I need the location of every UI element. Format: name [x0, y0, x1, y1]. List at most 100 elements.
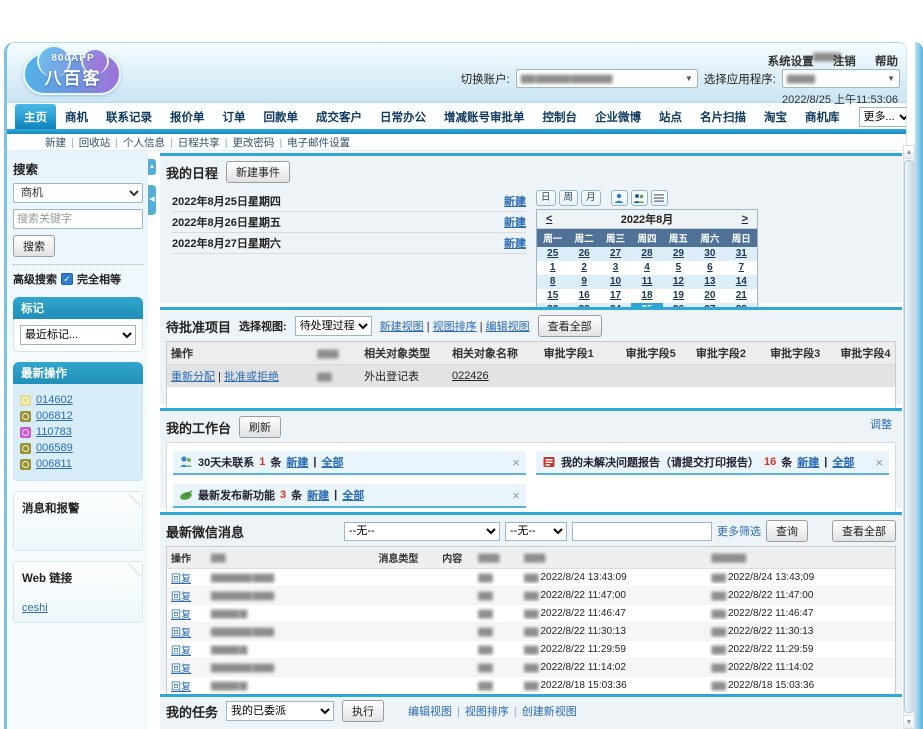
search-input[interactable]: [13, 209, 143, 229]
nav-tab[interactable]: 增减账号审批单: [435, 104, 534, 129]
nav-tab[interactable]: 订单: [214, 104, 255, 129]
nav-tab[interactable]: 站点: [650, 104, 691, 129]
task-create-view-link[interactable]: 创建新视图: [522, 706, 577, 718]
task-edit-view-link[interactable]: 编辑视图: [408, 706, 465, 718]
nav-tab[interactable]: 商机库: [796, 104, 849, 129]
run-button[interactable]: 执行: [342, 700, 384, 722]
subnav-link[interactable]: 回收站: [79, 135, 123, 150]
reply-link[interactable]: 回复: [171, 664, 191, 675]
calendar-day-cell[interactable]: 28: [631, 247, 662, 261]
calendar-day-cell[interactable]: 29: [663, 247, 694, 261]
recent-record-link[interactable]: 006811: [36, 458, 72, 470]
sort-view-link[interactable]: 视图排序: [433, 321, 477, 333]
calendar-day-cell[interactable]: 21: [726, 289, 757, 303]
reply-link[interactable]: 回复: [171, 682, 191, 693]
nav-tab[interactable]: 企业微博: [586, 104, 650, 129]
calendar-day-cell[interactable]: 31: [726, 247, 757, 261]
system-settings-link[interactable]: 系统设置: [768, 56, 814, 68]
scroll-up-arrow[interactable]: ▲: [904, 146, 914, 159]
nav-tab[interactable]: 名片扫描: [691, 104, 755, 129]
nav-tab[interactable]: 商机: [56, 104, 97, 129]
reply-link[interactable]: 回复: [171, 646, 191, 657]
subnav-link[interactable]: 电子邮件设置: [287, 135, 350, 150]
nav-tab[interactable]: 日常办公: [371, 104, 435, 129]
web-link-ceshi[interactable]: ceshi: [22, 602, 48, 614]
calendar-day-cell[interactable]: 2: [568, 261, 599, 275]
query-button[interactable]: 查询: [766, 520, 808, 542]
calendar-day-cell[interactable]: 12: [663, 275, 694, 289]
calendar-day-cell[interactable]: 15: [537, 289, 568, 303]
select-app-select[interactable]: ▆▆▆▆ ▼: [782, 69, 900, 88]
recent-record-link[interactable]: 014602: [36, 394, 73, 406]
new-event-button[interactable]: 新建事件: [226, 161, 290, 183]
calendar-day-cell[interactable]: 27: [600, 247, 631, 261]
tasks-view-select[interactable]: 我的已委派: [226, 701, 334, 721]
calendar-day-cell[interactable]: 19: [663, 289, 694, 303]
schedule-new-link[interactable]: 新建: [504, 235, 526, 251]
calendar-day-cell[interactable]: 10: [600, 275, 631, 289]
reply-link[interactable]: 回复: [171, 610, 191, 621]
more-filters-link[interactable]: 更多筛选: [717, 523, 761, 539]
calendar-day-cell[interactable]: 30: [694, 247, 725, 261]
recent-record-link[interactable]: 006812: [36, 410, 73, 422]
item-all-link[interactable]: 全部: [832, 454, 854, 470]
week-view-button[interactable]: 周: [559, 190, 579, 206]
recent-record-link[interactable]: 006589: [36, 442, 73, 454]
subnav-link[interactable]: 个人信息: [123, 135, 178, 150]
calendar-day-cell[interactable]: 3: [600, 261, 631, 275]
task-sort-view-link[interactable]: 视图排序: [465, 706, 522, 718]
calendar-day-cell[interactable]: 6: [694, 261, 725, 275]
vertical-scrollbar[interactable]: ▲ ▼: [903, 145, 915, 729]
reply-link[interactable]: 回复: [171, 592, 191, 603]
nav-tab[interactable]: 联系记录: [97, 104, 161, 129]
nav-tab[interactable]: 回款单: [255, 104, 308, 129]
help-link[interactable]: 帮助: [875, 56, 898, 68]
day-view-button[interactable]: 日: [536, 190, 556, 206]
subnav-link[interactable]: 日程共享: [178, 135, 233, 150]
advanced-search-link[interactable]: 高级搜索: [13, 271, 57, 287]
close-icon[interactable]: ×: [512, 488, 520, 503]
wechat-search-input[interactable]: [572, 522, 712, 541]
item-new-link[interactable]: 新建: [307, 487, 329, 503]
calendar-next-button[interactable]: >: [739, 213, 751, 225]
calendar-day-cell[interactable]: 13: [694, 275, 725, 289]
recent-tags-select[interactable]: 最近标记...: [20, 325, 136, 345]
calendar-day-cell[interactable]: 26: [568, 247, 599, 261]
single-user-view-icon[interactable]: [611, 190, 628, 206]
close-icon[interactable]: ×: [512, 455, 520, 470]
approve-reject-link[interactable]: 批准或拒绝: [224, 371, 279, 383]
list-view-icon[interactable]: [651, 190, 668, 206]
nav-tab[interactable]: 成交客户: [307, 104, 371, 129]
splitter-up-handle[interactable]: ▲: [148, 159, 156, 175]
reply-link[interactable]: 回复: [171, 628, 191, 639]
exact-match-checkbox[interactable]: ✓: [61, 273, 73, 285]
calendar-day-cell[interactable]: 16: [568, 289, 599, 303]
logout-link[interactable]: 注销: [833, 56, 856, 68]
item-all-link[interactable]: 全部: [342, 487, 364, 503]
calendar-day-cell[interactable]: 20: [694, 289, 725, 303]
more-tabs-select[interactable]: 更多...: [859, 107, 908, 127]
sidebar-collapse-handle[interactable]: ◀: [148, 185, 156, 215]
subnav-link[interactable]: 更改密码: [232, 135, 287, 150]
calendar-day-cell[interactable]: 9: [568, 275, 599, 289]
subnav-link[interactable]: 新建: [45, 135, 79, 150]
month-view-button[interactable]: 月: [581, 190, 601, 206]
nav-tab[interactable]: 报价单: [161, 104, 214, 129]
edit-view-link[interactable]: 编辑视图: [486, 321, 530, 333]
calendar-day-cell[interactable]: 1: [537, 261, 568, 275]
calendar-day-cell[interactable]: 5: [663, 261, 694, 275]
calendar-day-cell[interactable]: 18: [631, 289, 662, 303]
calendar-prev-button[interactable]: <: [543, 213, 555, 225]
refresh-button[interactable]: 刷新: [239, 416, 281, 438]
close-icon[interactable]: ×: [875, 455, 883, 470]
schedule-new-link[interactable]: 新建: [504, 193, 526, 209]
search-type-select[interactable]: 商机: [13, 183, 143, 203]
calendar-day-cell[interactable]: 17: [600, 289, 631, 303]
calendar-day-cell[interactable]: 14: [726, 275, 757, 289]
wechat-filter1-select[interactable]: --无--: [344, 522, 500, 541]
new-view-link[interactable]: 新建视图: [380, 321, 424, 333]
object-name-link[interactable]: 022426: [452, 370, 489, 382]
vertical-scrollbar-thumb[interactable]: [904, 160, 914, 713]
item-new-link[interactable]: 新建: [797, 454, 819, 470]
calendar-day-cell[interactable]: 4: [631, 261, 662, 275]
